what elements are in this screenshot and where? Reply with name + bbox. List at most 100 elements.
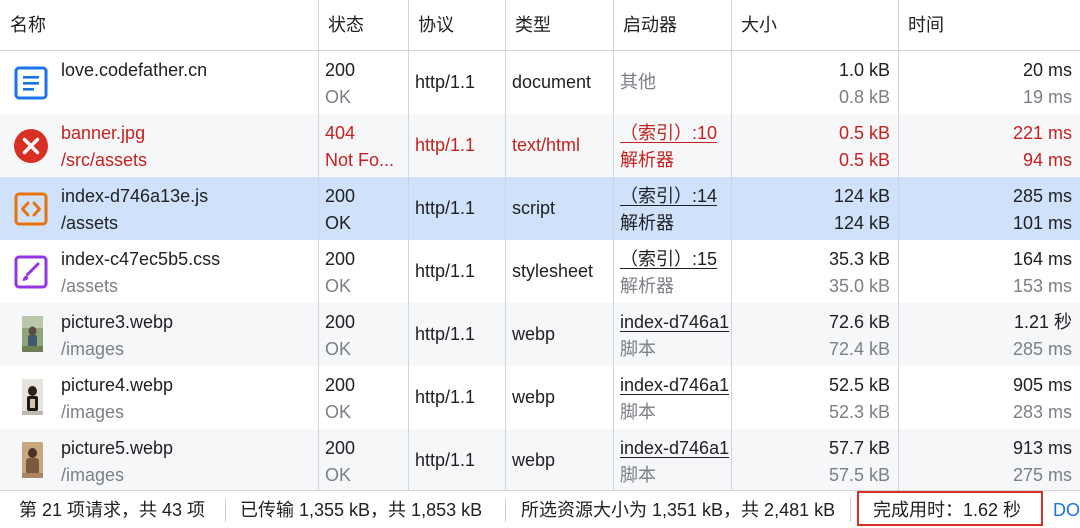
column-divider[interactable]: [898, 0, 899, 490]
divider: [505, 498, 506, 522]
initiator-link[interactable]: index-d746a1: [620, 309, 731, 335]
type-text: stylesheet: [512, 261, 594, 281]
type-cell: script: [505, 177, 613, 240]
status-text: OK: [325, 465, 352, 485]
time-cell: 20 ms 19 ms: [898, 51, 1080, 114]
column-header-protocol[interactable]: 协议: [408, 0, 505, 50]
status-cell: 200 OK: [318, 429, 408, 492]
name-cell[interactable]: index-d746a13e.js /assets: [0, 177, 318, 240]
size-transferred: 0.5 kB: [838, 123, 890, 143]
status-cell: 200 OK: [318, 177, 408, 240]
column-header-time[interactable]: 时间: [898, 0, 1080, 50]
column-header-initiator[interactable]: 启动器: [613, 0, 731, 50]
image-thumbnail-icon: [22, 379, 43, 415]
size-resource: 35.0 kB: [828, 276, 890, 296]
size-transferred: 35.3 kB: [828, 249, 890, 269]
status-code: 200: [325, 438, 356, 458]
column-header-type[interactable]: 类型: [505, 0, 613, 50]
column-divider[interactable]: [731, 0, 732, 490]
table-row[interactable]: picture3.webp /images 200 OK http/1.1 we…: [0, 303, 1080, 366]
column-header-size[interactable]: 大小: [731, 0, 898, 50]
name-cell[interactable]: picture4.webp /images: [0, 366, 318, 429]
time-total: 164 ms: [1012, 249, 1072, 269]
name-cell[interactable]: picture5.webp /images: [0, 429, 318, 492]
initiator-cell: （索引）:10 解析器: [613, 114, 731, 177]
type-cell: webp: [505, 429, 613, 492]
initiator-link[interactable]: （索引）:14: [620, 183, 731, 209]
name-cell[interactable]: love.codefather.cn: [0, 51, 318, 114]
table-row[interactable]: index-c47ec5b5.css /assets 200 OK http/1…: [0, 240, 1080, 303]
time-total: 20 ms: [1022, 60, 1072, 80]
initiator-text: 其他: [620, 72, 656, 92]
error-icon: [14, 129, 48, 163]
name-cell[interactable]: index-c47ec5b5.css /assets: [0, 240, 318, 303]
protocol-text: http/1.1: [415, 387, 476, 407]
size-resource: 57.5 kB: [828, 465, 890, 485]
time-total: 905 ms: [1012, 375, 1072, 395]
status-text: Not Fo...: [325, 150, 395, 170]
status-cell: 200 OK: [318, 240, 408, 303]
request-name: love.codefather.cn: [61, 60, 208, 80]
status-text: OK: [325, 213, 352, 233]
size-cell: 57.7 kB 57.5 kB: [731, 429, 898, 492]
initiator-link[interactable]: index-d746a1: [620, 435, 731, 461]
column-divider[interactable]: [505, 0, 506, 490]
table-row-selected[interactable]: index-d746a13e.js /assets 200 OK http/1.…: [0, 177, 1080, 240]
name-cell[interactable]: picture3.webp /images: [0, 303, 318, 366]
status-text: OK: [325, 276, 352, 296]
status-text: OK: [325, 87, 352, 107]
summary-bar: 第 21 项请求，共 43 项 已传输 1,355 kB，共 1,853 kB …: [0, 490, 1080, 528]
image-thumbnail-icon: [22, 442, 43, 478]
time-total: 221 ms: [1012, 123, 1072, 143]
table-row[interactable]: picture5.webp /images 200 OK http/1.1 we…: [0, 429, 1080, 492]
size-cell: 52.5 kB 52.3 kB: [731, 366, 898, 429]
initiator-type: 解析器: [620, 213, 674, 233]
initiator-link[interactable]: （索引）:15: [620, 246, 731, 272]
column-divider[interactable]: [318, 0, 319, 490]
time-latency: 19 ms: [1022, 87, 1072, 107]
request-name: index-d746a13e.js: [61, 186, 209, 206]
initiator-cell: （索引）:15 解析器: [613, 240, 731, 303]
time-cell: 221 ms 94 ms: [898, 114, 1080, 177]
time-latency: 285 ms: [1012, 339, 1072, 359]
protocol-cell: http/1.1: [408, 429, 505, 492]
time-latency: 101 ms: [1012, 213, 1072, 233]
initiator-link[interactable]: index-d746a1: [620, 372, 731, 398]
protocol-text: http/1.1: [415, 261, 476, 281]
column-divider[interactable]: [613, 0, 614, 490]
table-row[interactable]: banner.jpg /src/assets 404 Not Fo... htt…: [0, 114, 1080, 177]
request-path: /images: [61, 339, 125, 359]
type-text: webp: [512, 387, 556, 407]
transferred-size: 已传输 1,355 kB，共 1,853 kB: [240, 500, 483, 520]
column-header-status[interactable]: 状态: [318, 0, 408, 50]
size-cell: 72.6 kB 72.4 kB: [731, 303, 898, 366]
request-name: picture3.webp: [61, 312, 174, 332]
column-divider[interactable]: [408, 0, 409, 490]
initiator-cell: index-d746a1 脚本: [613, 429, 731, 492]
protocol-cell: http/1.1: [408, 51, 505, 114]
type-text: document: [512, 72, 592, 92]
status-text: OK: [325, 339, 352, 359]
request-count: 第 21 项请求，共 43 项: [19, 500, 206, 520]
network-panel: 名称 状态 协议 类型 启动器 大小 时间 love.codefather.cn…: [0, 0, 1080, 528]
type-cell: text/html: [505, 114, 613, 177]
image-thumbnail-icon: [22, 316, 43, 352]
column-header-name[interactable]: 名称: [0, 0, 318, 50]
size-resource: 0.5 kB: [838, 150, 890, 170]
size-transferred: 57.7 kB: [828, 438, 890, 458]
type-cell: webp: [505, 366, 613, 429]
type-text: webp: [512, 450, 556, 470]
document-icon: [14, 66, 48, 100]
divider: [225, 498, 226, 522]
table-row[interactable]: picture4.webp /images 200 OK http/1.1 we…: [0, 366, 1080, 429]
initiator-type: 解析器: [620, 276, 674, 296]
initiator-link[interactable]: （索引）:10: [620, 120, 731, 146]
name-cell[interactable]: banner.jpg /src/assets: [0, 114, 318, 177]
status-cell: 200 OK: [318, 366, 408, 429]
table-row[interactable]: love.codefather.cn 200 OK http/1.1 docum…: [0, 51, 1080, 114]
protocol-text: http/1.1: [415, 72, 476, 92]
initiator-type: 解析器: [620, 150, 674, 170]
protocol-cell: http/1.1: [408, 366, 505, 429]
time-cell: 164 ms 153 ms: [898, 240, 1080, 303]
request-name: picture5.webp: [61, 438, 174, 458]
